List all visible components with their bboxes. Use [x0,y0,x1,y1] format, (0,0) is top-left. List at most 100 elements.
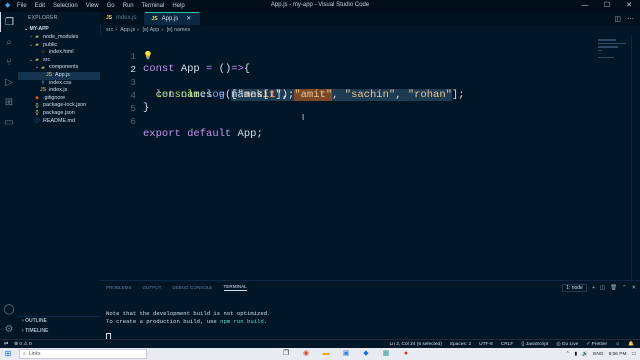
editor-actions: ◫ ⋯ [614,15,634,23]
settings-gear-icon[interactable]: ⚙ [0,319,18,339]
breadcrumb-item[interactable]: App.js [120,27,135,33]
tray-up-icon[interactable]: ⌃ [566,352,570,357]
tab-problems[interactable]: PROBLEMS [106,285,132,290]
menu-run[interactable]: Run [123,3,134,9]
run-debug-icon[interactable]: ▷ [0,72,18,92]
tab-app-js[interactable]: JS App.js ✕ [145,12,201,26]
windows-start-icon[interactable]: ⊞ [3,349,13,359]
split-terminal-icon[interactable]: ◫ [600,285,605,291]
outline-section[interactable]: › OUTLINE [18,316,104,325]
breadcrumb-item[interactable]: [e] App [142,27,159,33]
tab-debug-console[interactable]: DEBUG CONSOLE [172,285,212,290]
source-control-icon[interactable]: ⑂ [0,52,18,72]
remote-explorer-icon[interactable]: ▭ [0,112,18,132]
folder-icon: ▰ [35,57,39,64]
terminal-line: Note that the development build is not o… [106,310,271,317]
problems-indicator[interactable]: ⊗ 0 ⚠ 0 [14,342,32,347]
tab-label: App.js [161,15,179,22]
clock[interactable]: 9:06 PM [609,352,627,357]
tree-item-label: components [49,64,79,71]
trash-icon[interactable]: 🗑 [610,285,617,291]
tree-item-readme-md[interactable]: ⓘ README.md [18,118,100,126]
end-of-line[interactable]: CRLF [501,342,514,347]
explorer-icon[interactable]: ❐ [0,12,18,32]
prettier-status[interactable]: ✓ Prettier [586,342,607,347]
minimize-icon[interactable]: — [574,0,596,12]
tab-close-icon[interactable]: ✕ [186,13,191,26]
indentation[interactable]: Spaces: 2 [450,342,471,347]
account-icon[interactable]: ◯ [0,299,18,319]
tree-item-index-js[interactable]: JS index.js [18,87,100,95]
more-actions-icon[interactable]: ⋯ [627,15,634,23]
tree-item-index-css[interactable]: # index.css [18,80,100,88]
volume-icon[interactable]: 🔊 [582,352,588,357]
task-view-icon[interactable]: ❐ [280,349,292,359]
menu-terminal[interactable]: Terminal [142,3,165,9]
vscode-taskbar-icon[interactable]: ◆ [360,349,372,359]
recorder-icon[interactable]: ● [400,349,412,359]
code-text: export default App; [143,128,263,140]
menu-edit[interactable]: Edit [35,3,45,9]
tree-item-package-lock-json[interactable]: {} package-lock.json [18,102,100,110]
markdown-file-icon: ⓘ [34,117,40,124]
tab-index-js[interactable]: JS index.js [100,12,146,25]
project-folder[interactable]: ⌄ MY-APP [18,25,100,34]
cursor-position[interactable]: Ln 2, Col 24 (6 selected) [390,342,442,347]
extensions-icon[interactable]: ⊞ [0,92,18,112]
file-explorer-icon[interactable]: ▬ [320,349,332,359]
search-icon[interactable]: ⌕ [0,32,18,52]
remote-indicator-icon[interactable]: ⇄ [4,342,8,347]
tree-item-label: index.js [49,87,68,94]
editor-scrollbar[interactable] [631,35,640,280]
breadcrumb-item[interactable]: src [106,27,113,33]
chrome-icon[interactable]: ◉ [300,349,312,359]
feedback-icon[interactable]: ☺ [615,342,620,347]
outline-label: OUTLINE [25,318,48,324]
tab-output[interactable]: OUTPUT [143,285,162,290]
menu-view[interactable]: View [86,3,99,9]
encoding[interactable]: UTF-8 [479,342,493,347]
css-file-icon: # [41,79,45,86]
menu-help[interactable]: Help [172,3,184,9]
close-panel-icon[interactable]: ✕ [631,285,636,291]
store-icon[interactable]: ▣ [340,349,352,359]
tree-item-index-html[interactable]: ◇ index.html [18,49,100,57]
breadcrumb-separator: › [115,27,117,33]
vscode-logo-icon: ◆ [5,2,11,9]
menu-file[interactable]: File [17,3,27,9]
timeline-section[interactable]: › TIMELINE [18,327,104,335]
code-editor[interactable]: 1 const App = ()=>{ 2 💡 let names = ["an… [100,35,640,280]
notifications-bell-icon[interactable]: 🔔 [628,342,634,347]
code-line-1: 1 const App = ()=>{ [100,37,250,75]
maximize-icon[interactable]: ☐ [596,0,618,12]
lightbulb-icon[interactable]: 💡 [143,50,153,63]
tree-item-package-json[interactable]: {} package.json [18,110,100,118]
language-indicator[interactable]: ENG [593,352,603,357]
tree-item-app-js[interactable]: JS App.js [18,71,100,80]
language-mode[interactable]: {} JavaScript [521,342,548,347]
system-tray: ⌃ ▮ 🔊 ENG 9:06 PM ▭ [566,352,636,357]
menu-selection[interactable]: Selection [53,3,78,9]
window-controls: — ☐ ✕ [574,0,640,12]
menu-go[interactable]: Go [107,3,115,9]
terminal-output[interactable]: Note that the development build is not o… [106,310,270,341]
chevron-up-icon[interactable]: ⌃ [622,285,627,291]
tree-item-public[interactable]: ⌄ ▰ public [18,42,100,50]
tree-item-src[interactable]: ⌄ ▰ src [18,57,100,65]
new-terminal-icon[interactable]: + [592,285,595,291]
taskbar-search[interactable]: ⌕ Links [19,349,147,359]
photos-icon[interactable]: ▦ [380,349,392,359]
notification-center-icon[interactable]: ▭ [631,352,636,357]
go-live-button[interactable]: ◎ Go Live [556,342,578,347]
split-editor-icon[interactable]: ◫ [614,15,621,23]
close-icon[interactable]: ✕ [618,0,640,12]
terminal-select[interactable]: 1: node [562,284,587,292]
error-count: 0 [19,342,23,347]
tree-item-components[interactable]: ⌄ ▰ components [18,64,100,72]
tree-item--gitignore[interactable]: ◆ .gitignore [18,95,100,103]
breadcrumb-item[interactable]: [e] names [167,27,191,33]
minimap[interactable] [598,39,628,79]
network-icon[interactable]: ▮ [575,352,578,357]
tab-terminal[interactable]: TERMINAL [223,284,247,291]
tree-item-node-modules[interactable]: › ▰ node_modules [18,34,100,42]
